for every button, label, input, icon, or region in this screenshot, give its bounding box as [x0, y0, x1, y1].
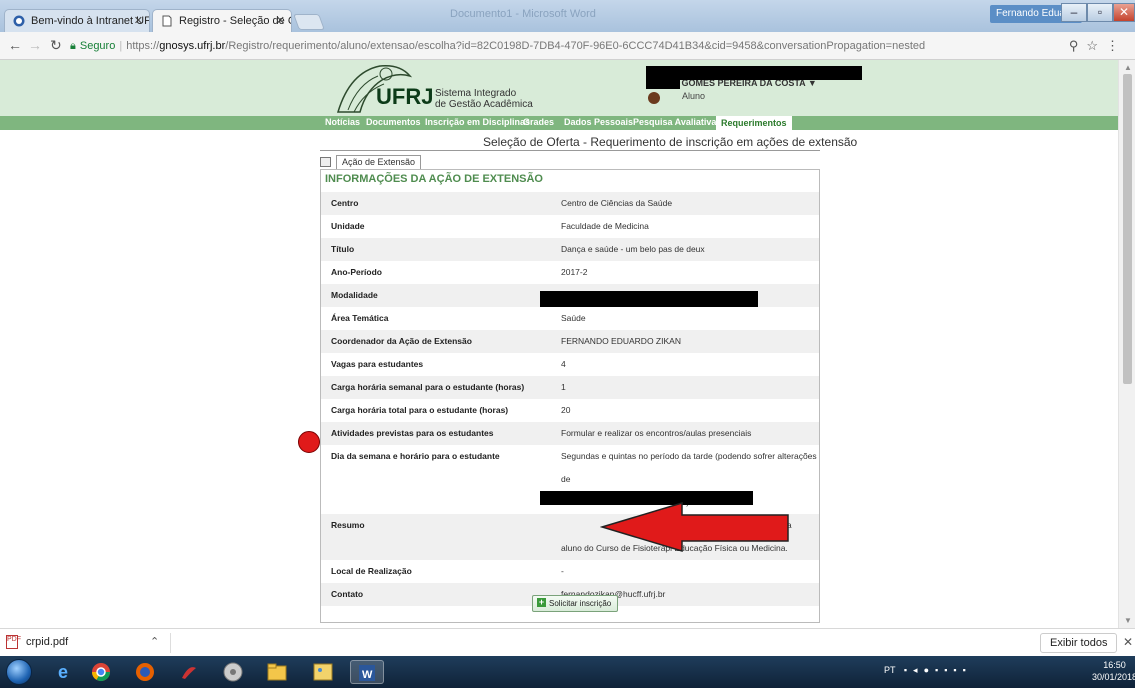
nav-grades[interactable]: Grades	[523, 117, 554, 127]
bookmark-star-icon[interactable]: ☆	[1086, 38, 1106, 53]
table-row: Local de Realização -	[331, 566, 564, 576]
close-icon[interactable]: ✕	[1123, 635, 1133, 649]
user-role: Aluno	[682, 91, 706, 101]
system-clock[interactable]: 16:50 30/01/2018	[1092, 659, 1135, 683]
scrollbar-thumb[interactable]	[1123, 74, 1132, 384]
nav-documentos[interactable]: Documentos	[366, 117, 421, 127]
redaction-bar	[646, 79, 680, 89]
page-viewport: UFRJ Sistema Integrado de Gestão Acadêmi…	[0, 60, 1135, 628]
tray-icons: ▪◂●▪▪▪▪	[903, 665, 972, 675]
start-button[interactable]	[6, 659, 32, 685]
table-row: Coordenador da Ação de Extensão FERNANDO …	[321, 330, 819, 353]
tab-intranet[interactable]: Bem-vindo à Intranet UF ✕	[4, 9, 150, 32]
nav-noticias[interactable]: Notícias	[325, 117, 360, 127]
zoom-icon[interactable]: ⚲	[1069, 38, 1087, 53]
table-row: Carga horária semanal para o estudante (…	[321, 376, 819, 399]
table-row: Atividades previstas para os estudantes F…	[321, 422, 819, 445]
photo-viewer-icon[interactable]	[306, 660, 340, 684]
pdf-file-icon: PDF	[6, 635, 21, 649]
secure-label: Seguro	[79, 40, 116, 52]
logo-text: UFRJ	[376, 84, 434, 109]
table-row: Ano-Período 2017-2	[331, 267, 588, 277]
menu-dots-icon[interactable]: ⋮	[1106, 38, 1127, 53]
close-window-button[interactable]: ✕	[1113, 3, 1135, 22]
browser-titlebar: Bem-vindo à Intranet UF ✕ Registro - Sel…	[0, 0, 1135, 32]
minimize-button[interactable]: –	[1061, 3, 1087, 22]
collapse-icon[interactable]	[320, 157, 331, 167]
tab-acao-extensao[interactable]: Ação de Extensão	[336, 155, 422, 169]
table-row: Vagas para estudantes 4	[331, 359, 566, 369]
tab-registro[interactable]: Registro - Seleção de Of ✕	[152, 9, 292, 32]
toolbar-icons: ⚲☆⋮	[1069, 38, 1127, 54]
page-scrollbar[interactable]: ▲ ▼	[1118, 60, 1135, 628]
windows-taskbar: e W PT ▪◂●▪▪▪▪ 16:50 30/01/2018	[0, 656, 1135, 688]
table-row: Unidade Faculdade de Medicina	[331, 221, 649, 231]
details-panel: INFORMAÇÕES DA AÇÃO DE EXTENSÃO Centro Ce…	[320, 169, 820, 623]
address-bar[interactable]: 🔒︎ Seguro | https://gnosys.ufrj.br/Registro…	[70, 36, 1100, 56]
nav-inscricao-disciplinas[interactable]: Inscrição em Disciplinas	[425, 117, 530, 127]
media-player-icon[interactable]	[216, 660, 250, 684]
back-arrow-icon[interactable]: ←	[8, 37, 22, 53]
app-icon[interactable]	[172, 660, 206, 684]
logo-subtitle: Sistema Integrado de Gestão Acadêmica	[435, 88, 533, 110]
panel-heading: INFORMAÇÕES DA AÇÃO DE EXTENSÃO	[325, 173, 543, 185]
download-item[interactable]: PDF crpid.pdf	[6, 635, 68, 649]
solicitar-inscricao-button[interactable]: + Solicitar inscrição	[532, 595, 619, 612]
browser-toolbar: ← → ↻ 🔒︎ Seguro | https://gnosys.ufrj.br/Re…	[0, 32, 1135, 60]
firefox-icon[interactable]	[128, 660, 162, 684]
table-row: Carga horária total para o estudante (ho…	[331, 405, 571, 415]
file-explorer-icon[interactable]	[260, 660, 294, 684]
language-indicator[interactable]: PT	[884, 665, 895, 675]
new-tab-button[interactable]	[293, 14, 325, 30]
title-divider	[320, 150, 820, 151]
scroll-down-icon[interactable]: ▼	[1124, 616, 1132, 625]
system-tray: PT ▪◂●▪▪▪▪	[884, 665, 972, 676]
tab-title: Bem-vindo à Intranet UF	[31, 15, 150, 27]
tab-close-icon[interactable]: ✕	[134, 10, 143, 32]
svg-text:W: W	[362, 669, 373, 681]
page-icon	[162, 15, 172, 27]
ie-icon[interactable]: e	[46, 660, 80, 684]
word-icon[interactable]: W	[350, 660, 384, 684]
url-host: gnosys.ufrj.br	[159, 40, 226, 52]
annotation-arrow-icon	[600, 501, 789, 553]
show-all-button[interactable]: Exibir todos	[1040, 633, 1118, 653]
page-title: Seleção de Oferta - Requerimento de insc…	[483, 135, 858, 149]
site-nav: Notícias Documentos Inscrição em Discipl…	[0, 116, 1118, 130]
tab-close-icon[interactable]: ✕	[276, 10, 285, 32]
nav-dados-pessoais[interactable]: Dados Pessoais	[564, 117, 633, 127]
site-header: UFRJ Sistema Integrado de Gestão Acadêmi…	[0, 60, 1118, 116]
annotation-dot	[298, 431, 320, 453]
plus-icon: +	[537, 597, 546, 607]
avatar	[648, 92, 660, 104]
scroll-up-icon[interactable]: ▲	[1124, 63, 1132, 72]
globe-icon	[13, 15, 25, 27]
window-title: Documento1 - Microsoft Word	[450, 8, 596, 20]
forward-arrow-icon[interactable]: →	[28, 37, 42, 53]
table-row: Área Temática Saúde	[331, 313, 586, 323]
table-row: Centro Centro de Ciências da Saúde	[321, 192, 819, 215]
redaction-bar	[540, 291, 758, 307]
table-row: Título Dança e saúde - um belo pas de deu…	[321, 238, 819, 261]
chrome-icon[interactable]	[84, 660, 118, 684]
chevron-up-icon[interactable]: ⌃	[150, 635, 159, 648]
maximize-button[interactable]: ▫	[1087, 3, 1113, 22]
reload-icon[interactable]: ↻	[50, 37, 62, 54]
download-bar: PDF crpid.pdf ⌃ Exibir todos ✕	[0, 628, 1135, 656]
url-scheme: https://	[126, 40, 160, 52]
redaction-bar	[646, 66, 862, 80]
nav-pesquisa-avaliativa[interactable]: Pesquisa Avaliativa	[633, 117, 716, 127]
lock-icon: 🔒︎	[70, 40, 76, 52]
url-path: /Registro/requerimento/aluno/extensao/es…	[225, 40, 926, 52]
nav-requerimentos[interactable]: Requerimentos	[716, 116, 792, 130]
